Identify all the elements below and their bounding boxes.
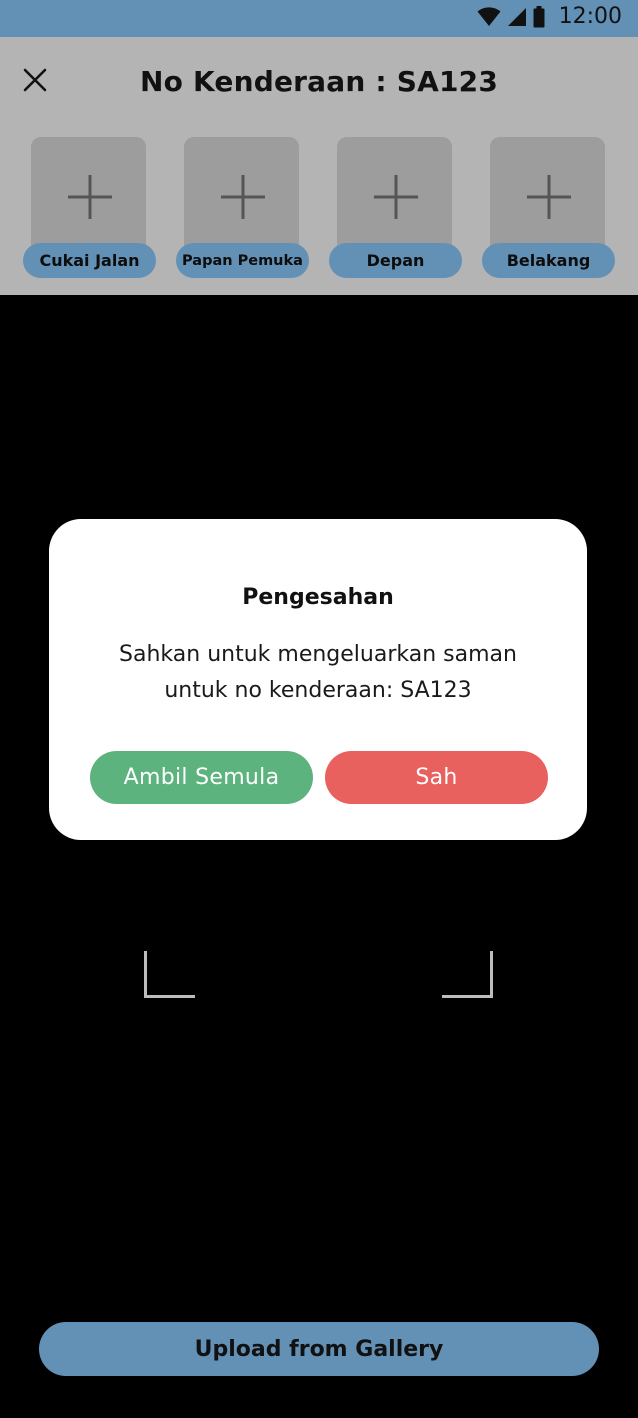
wifi-icon: [477, 6, 501, 26]
vehicle-header: No Kenderaan : SA123 Cukai Jalan Papan P…: [0, 37, 638, 295]
upload-from-gallery-button[interactable]: Upload from Gallery: [39, 1322, 599, 1376]
dialog-title: Pengesahan: [242, 585, 394, 610]
photo-slot-label: Belakang: [482, 243, 615, 278]
signal-icon: [507, 7, 526, 26]
photo-slot-belakang[interactable]: Belakang: [482, 137, 615, 279]
plus-icon: [176, 137, 309, 257]
viewfinder-corner-bottom-right: [442, 951, 493, 998]
retake-button[interactable]: Ambil Semula: [90, 751, 313, 804]
confirmation-dialog: Pengesahan Sahkan untuk mengeluarkan sam…: [49, 519, 587, 840]
photo-slot-depan[interactable]: Depan: [329, 137, 462, 279]
battery-icon: [533, 5, 545, 27]
plus-icon: [329, 137, 462, 257]
status-time: 12:00: [558, 4, 622, 29]
photo-slot-label: Cukai Jalan: [23, 243, 156, 278]
status-bar: 12:00: [0, 0, 638, 37]
photo-slot-cukai-jalan[interactable]: Cukai Jalan: [23, 137, 156, 279]
photo-slots: Cukai Jalan Papan Pemuka Depan Belakang: [0, 137, 638, 282]
camera-screen: 12:00 No Kenderaan : SA123 Cukai Jalan P…: [0, 0, 638, 1418]
status-icons: 12:00: [477, 0, 622, 33]
page-title: No Kenderaan : SA123: [139, 65, 499, 98]
plus-icon: [482, 137, 615, 257]
photo-slot-label: Papan Pemuka: [176, 243, 309, 278]
viewfinder-corner-bottom-left: [144, 951, 195, 998]
dialog-message: Sahkan untuk mengeluarkan saman untuk no…: [119, 642, 517, 703]
photo-slot-label: Depan: [329, 243, 462, 278]
plus-icon: [23, 137, 156, 257]
photo-slot-papan-pemuka[interactable]: Papan Pemuka: [176, 137, 309, 279]
confirm-button[interactable]: Sah: [325, 751, 548, 804]
